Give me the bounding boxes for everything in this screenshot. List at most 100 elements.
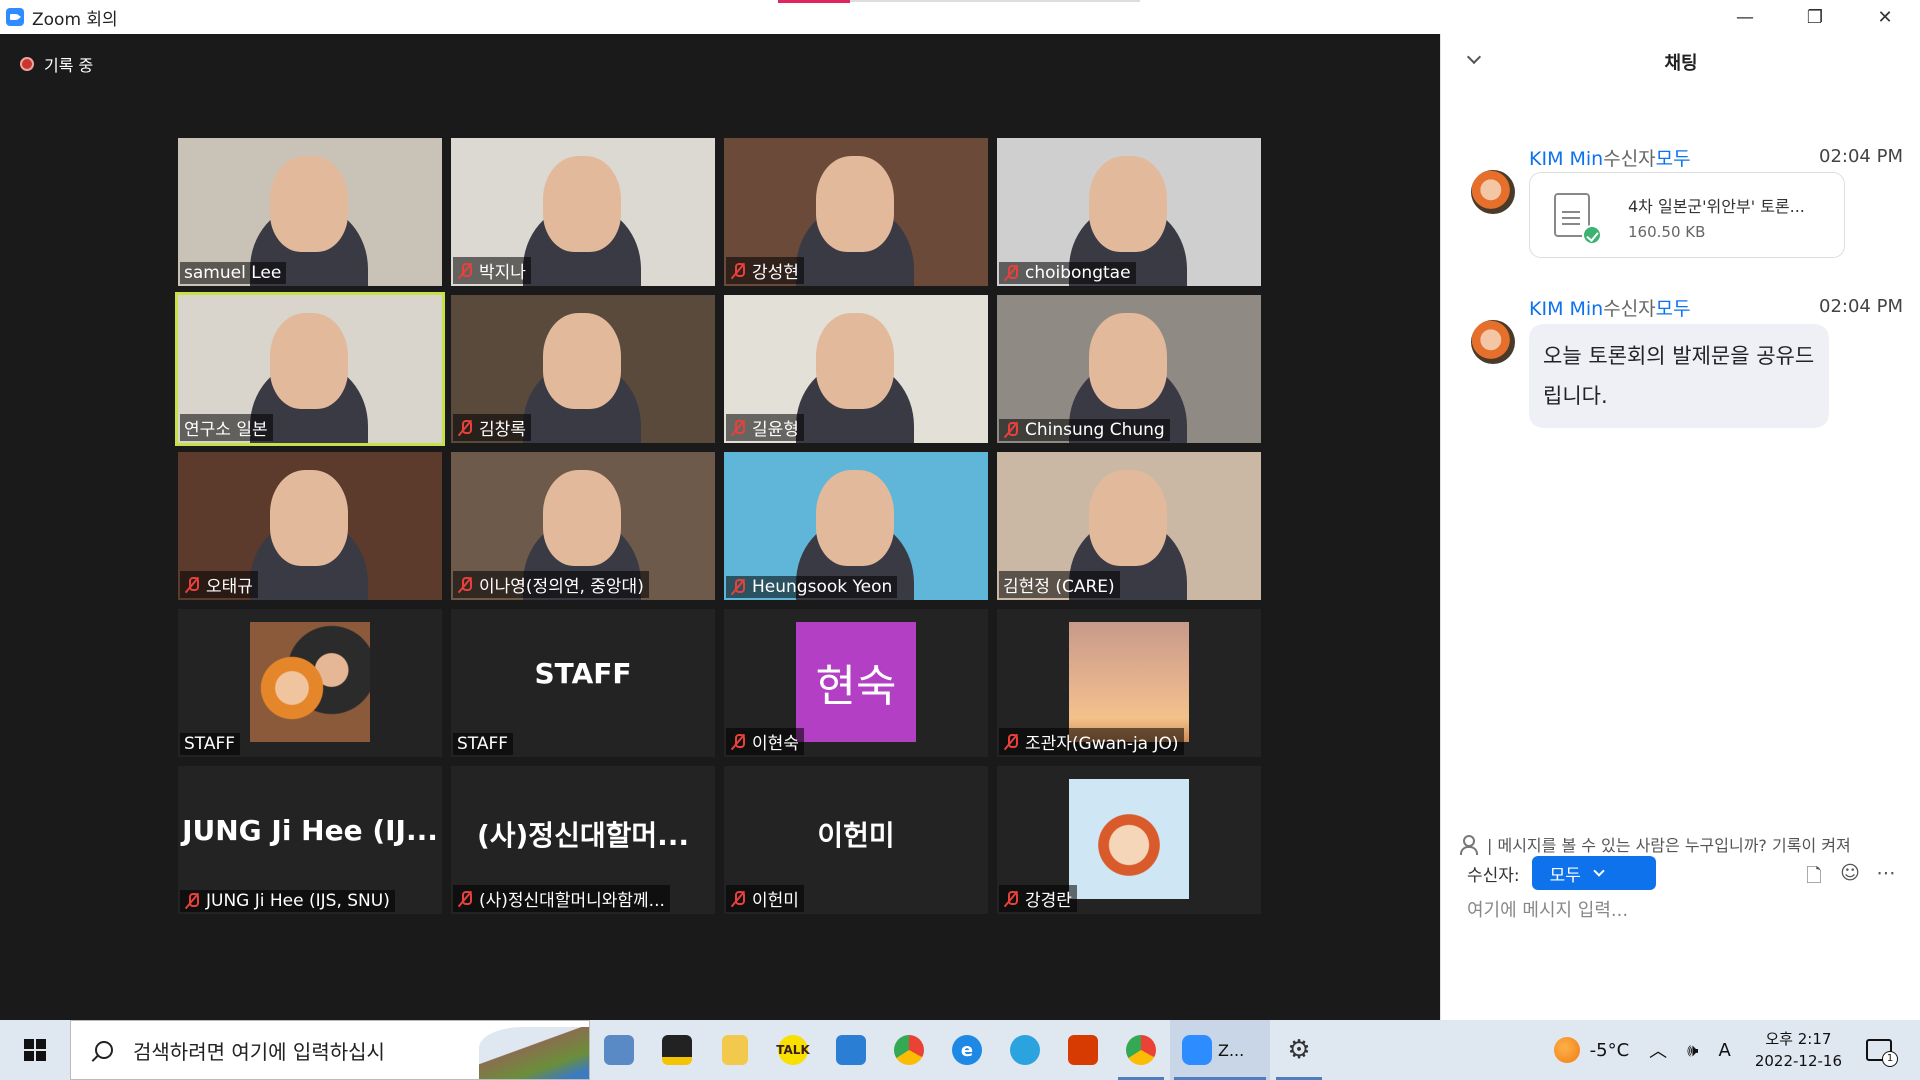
taskbar-app[interactable]	[1112, 1020, 1170, 1080]
taskbar-app[interactable]	[706, 1020, 764, 1080]
mic-muted-icon	[457, 890, 473, 908]
participant-name: samuel Lee	[184, 263, 282, 283]
mic-muted-icon	[1003, 890, 1019, 908]
more-icon[interactable]: ⋯	[1868, 862, 1904, 894]
folder-icon	[722, 1035, 748, 1065]
chat-visibility-note[interactable]: | 메시지를 볼 수 있는 사람은 누구입니까? 기록이 켜져	[1459, 832, 1851, 856]
clock-date: 2022-12-16	[1754, 1052, 1842, 1070]
taskbar-app[interactable]	[1054, 1020, 1112, 1080]
participant-tile[interactable]: choibongtae	[997, 138, 1261, 286]
participant-tile[interactable]: (사)정신대할머... (사)정신대할머니와함께...	[451, 766, 715, 914]
participant-tile[interactable]: 연구소 일본	[175, 292, 445, 446]
taskbar-app[interactable]	[822, 1020, 880, 1080]
taskbar-app[interactable]: e	[938, 1020, 996, 1080]
clock[interactable]: 오후 2:17 2022-12-16	[1755, 1028, 1842, 1072]
participant-avatar	[1069, 779, 1189, 899]
chevron-up-icon[interactable]: ︿	[1649, 1037, 1667, 1063]
participant-name: 연구소 일본	[184, 420, 268, 440]
participant-display-name: STAFF	[534, 657, 632, 690]
participant-face	[543, 156, 621, 252]
participant-name-tag: (사)정신대할머니와함께...	[453, 885, 670, 912]
chat-message-input[interactable]	[1467, 900, 1887, 921]
participant-name: STAFF	[457, 734, 509, 754]
sender-name: KIM Min	[1529, 148, 1604, 170]
participant-tile[interactable]: Chinsung Chung	[997, 295, 1261, 443]
participant-avatar	[250, 622, 370, 742]
file-attachment[interactable]: 4차 일본군'위안부' 토론... 160.50 KB	[1529, 172, 1845, 258]
participant-tile[interactable]: 이나영(정의연, 중앙대)	[451, 452, 715, 600]
participant-tile[interactable]: STAFF STAFF	[451, 609, 715, 757]
participant-name-tag: 길윤형	[726, 414, 804, 441]
mic-muted-icon	[184, 892, 200, 910]
recording-label: 기록 중	[44, 56, 94, 75]
mic-muted-icon	[184, 576, 200, 594]
mic-muted-icon	[457, 419, 473, 437]
notification-button[interactable]: 1	[1866, 1039, 1898, 1067]
participant-tile[interactable]: JUNG Ji Hee (IJ... JUNG Ji Hee (IJS, SNU)	[178, 766, 442, 914]
message-sender[interactable]: KIM Min수신자모두	[1529, 294, 1691, 321]
participant-tile[interactable]: 강성현	[724, 138, 988, 286]
start-button[interactable]	[0, 1020, 70, 1080]
window-title: Zoom 회의	[32, 9, 118, 30]
participant-tile[interactable]: 김창록	[451, 295, 715, 443]
participant-face	[1089, 156, 1167, 252]
participant-face	[816, 156, 894, 252]
close-button[interactable]: ✕	[1850, 0, 1920, 34]
taskbar-app[interactable]	[648, 1020, 706, 1080]
participant-face	[543, 313, 621, 409]
participant-face	[270, 313, 348, 409]
participant-name-tag: STAFF	[453, 733, 514, 755]
meeting-area: 기록 중 samuel Lee 박지나 강성현 choibongtae 연구소 일본 김창…	[0, 34, 1440, 1020]
share-bar	[850, 0, 1140, 2]
chevron-down-icon[interactable]	[1466, 49, 1482, 65]
file-icon[interactable]: 🗋	[1796, 862, 1832, 894]
avatar[interactable]	[1471, 320, 1515, 364]
taskbar-app[interactable]	[880, 1020, 938, 1080]
participant-name: 이나영(정의연, 중앙대)	[479, 577, 644, 597]
restore-button[interactable]: ❐	[1780, 0, 1850, 34]
file-size: 160.50 KB	[1628, 223, 1706, 241]
search-highlight-image	[479, 1027, 589, 1079]
participant-tile[interactable]: 김현정 (CARE)	[997, 452, 1261, 600]
input-method[interactable]: A	[1718, 1040, 1730, 1061]
zoom-icon	[1182, 1035, 1212, 1065]
recipient-dropdown[interactable]: 모두	[1531, 856, 1656, 890]
participant-tile[interactable]: 박지나	[451, 138, 715, 286]
participant-face	[1089, 470, 1167, 566]
participant-name-tag: 조관자(Gwan-ja JO)	[999, 728, 1184, 755]
record-icon	[20, 57, 34, 71]
participant-tile[interactable]: 조관자(Gwan-ja JO)	[997, 609, 1261, 757]
speaker-icon[interactable]: 🕪	[1687, 1040, 1698, 1061]
taskbar-zoom[interactable]: Z...	[1170, 1020, 1270, 1080]
taskbar-app[interactable]: ⚙	[1270, 1020, 1328, 1080]
taskbar-app[interactable]	[590, 1020, 648, 1080]
participant-tile[interactable]: samuel Lee	[178, 138, 442, 286]
temperature: -5°C	[1589, 1039, 1630, 1061]
participant-tile[interactable]: 오태규	[178, 452, 442, 600]
chrome-profile-icon	[1126, 1035, 1156, 1065]
avatar[interactable]	[1471, 170, 1515, 214]
participant-tile[interactable]: 길윤형	[724, 295, 988, 443]
taskbar-search[interactable]: 검색하려면 여기에 입력하십시	[70, 1020, 590, 1080]
taskbar-app[interactable]	[996, 1020, 1054, 1080]
participant-name-tag: STAFF	[180, 733, 241, 755]
weather-widget[interactable]: -5°C	[1553, 1037, 1630, 1063]
chat-header: 채팅	[1441, 34, 1920, 90]
participant-tile[interactable]: 이헌미 이헌미	[724, 766, 988, 914]
participant-name-tag: 강경란	[999, 885, 1077, 912]
emoji-icon[interactable]: ☺	[1832, 862, 1868, 894]
participant-tile[interactable]: STAFF	[178, 609, 442, 757]
participant-tile[interactable]: 현숙 이현숙	[724, 609, 988, 757]
kakaotalk-icon: TALK	[776, 1035, 810, 1065]
message-sender[interactable]: KIM Min수신자모두	[1529, 144, 1691, 171]
active-share-indicator	[778, 0, 850, 3]
search-placeholder: 검색하려면 여기에 입력하십시	[133, 1039, 385, 1064]
participant-tile[interactable]: Heungsook Yeon	[724, 452, 988, 600]
taskbar-app[interactable]: TALK	[764, 1020, 822, 1080]
recording-indicator[interactable]: 기록 중	[20, 52, 93, 76]
sticky-notes-icon	[662, 1035, 692, 1065]
minimize-button[interactable]: —	[1710, 0, 1780, 34]
participant-name: 박지나	[479, 263, 526, 283]
participant-name: 이현숙	[752, 734, 799, 754]
participant-tile[interactable]: 강경란	[997, 766, 1261, 914]
